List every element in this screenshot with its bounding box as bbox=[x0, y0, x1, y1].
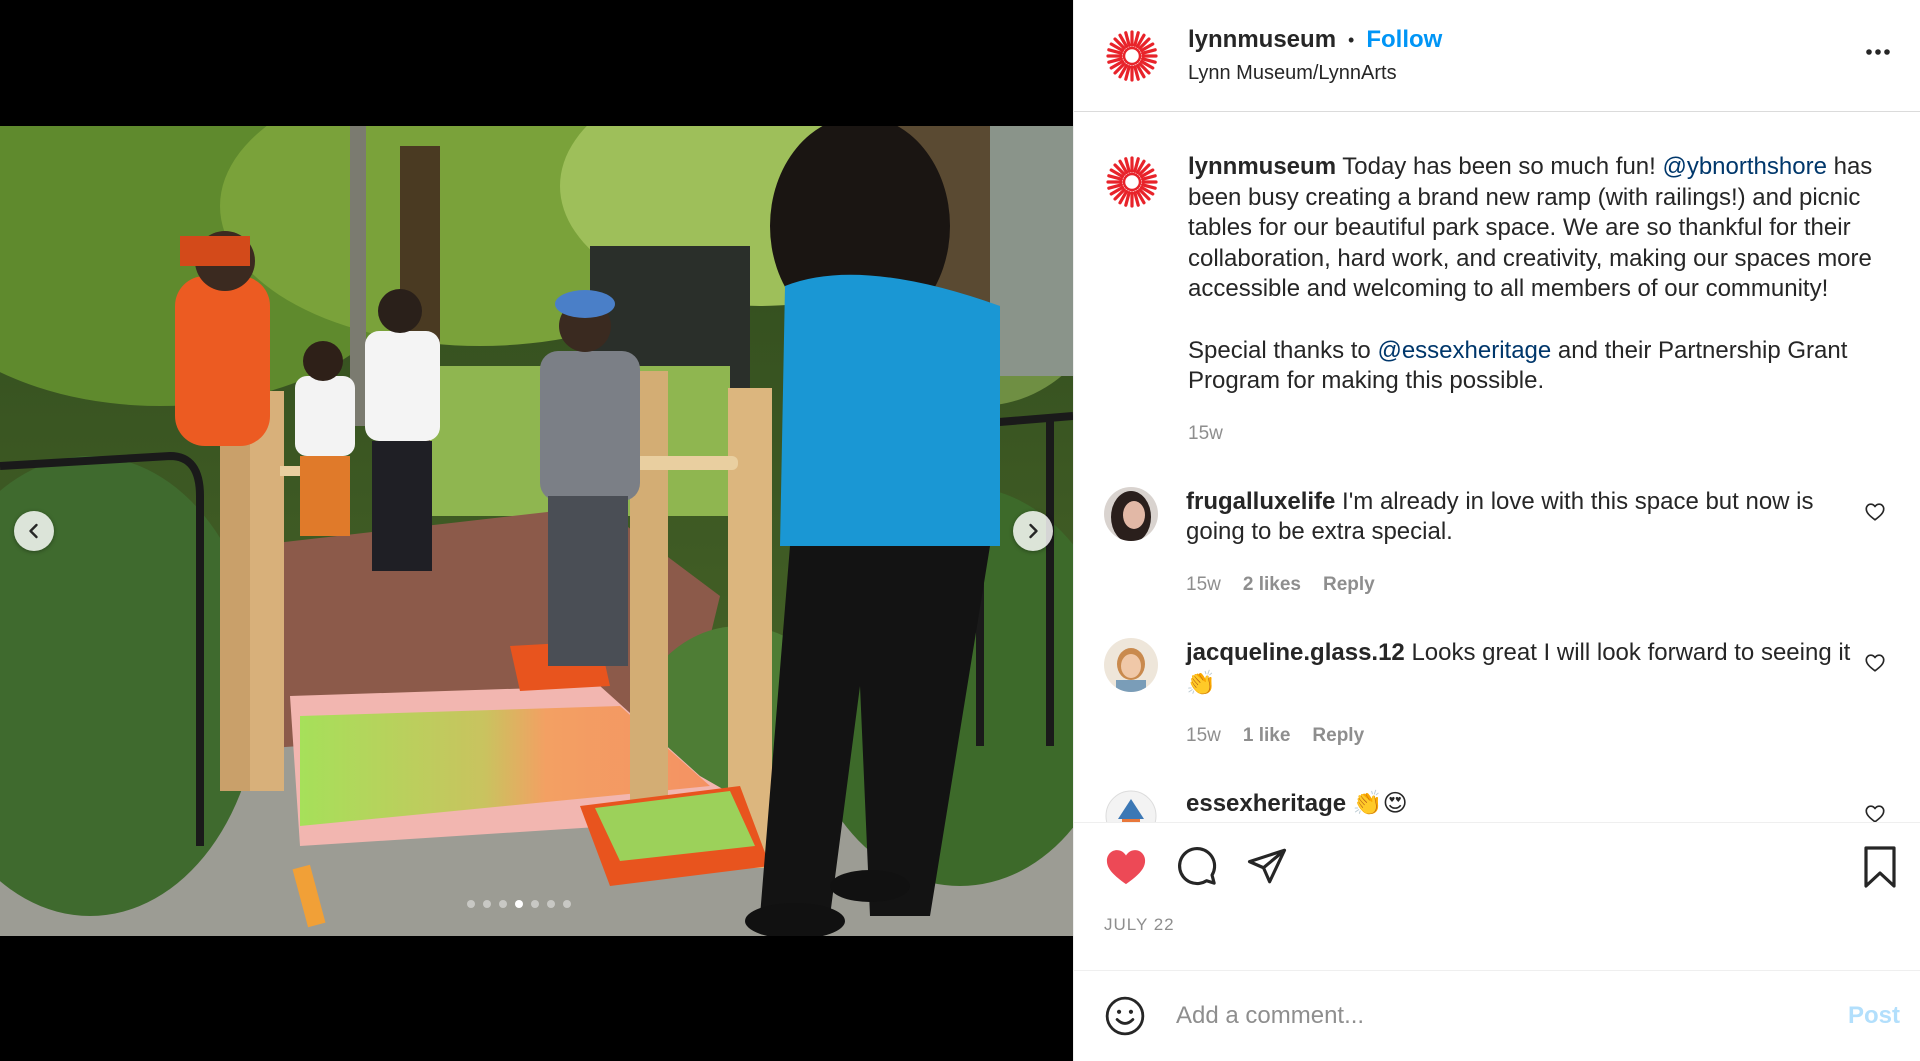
profile-photo-icon bbox=[1104, 637, 1158, 692]
carousel-indicator bbox=[467, 900, 571, 908]
comment-body: 👏😍 bbox=[1352, 790, 1408, 818]
caption-username[interactable]: lynnmuseum bbox=[1188, 153, 1336, 180]
comment-time[interactable]: 15w bbox=[1186, 725, 1221, 747]
carousel-dot bbox=[467, 900, 475, 908]
emoji-picker-button[interactable] bbox=[1104, 995, 1146, 1037]
caption-timestamp[interactable]: 15w bbox=[1188, 423, 1908, 445]
like-comment-button[interactable] bbox=[1864, 803, 1886, 822]
heart-filled-icon bbox=[1106, 850, 1146, 885]
caption-text-part: Today has been so much fun! bbox=[1342, 153, 1663, 180]
carousel-dot bbox=[547, 900, 555, 908]
separator-bullet: • bbox=[1348, 29, 1355, 50]
like-comment-button[interactable] bbox=[1864, 652, 1886, 679]
more-options-button[interactable] bbox=[1864, 38, 1892, 71]
carousel-dot bbox=[515, 900, 523, 908]
mention-ybnorthshore[interactable]: @ybnorthshore bbox=[1662, 153, 1826, 180]
comments-list[interactable]: lynnmuseum Today has been so much fun! @… bbox=[1074, 112, 1920, 822]
comment-item: jacqueline.glass.12 Looks great I will l… bbox=[1104, 637, 1890, 747]
heart-outline-icon bbox=[1865, 503, 1885, 521]
like-comment-button[interactable] bbox=[1864, 501, 1886, 528]
caption-text: lynnmuseum Today has been so much fun! @… bbox=[1188, 152, 1908, 397]
comment-text: essexheritage 👏😍 bbox=[1186, 789, 1866, 820]
location-link[interactable]: Lynn Museum/LynnArts bbox=[1188, 62, 1442, 85]
post-actions: JULY 22 bbox=[1074, 822, 1920, 970]
bookmark-icon bbox=[1864, 846, 1896, 888]
post-comment-button[interactable]: Post bbox=[1848, 1002, 1900, 1030]
mention-essexheritage[interactable]: @essexheritage bbox=[1377, 337, 1551, 364]
send-paper-plane-icon bbox=[1247, 848, 1287, 884]
comment-text: jacqueline.glass.12 Looks great I will l… bbox=[1186, 638, 1866, 699]
comment-username[interactable]: frugalluxelife bbox=[1186, 488, 1335, 515]
more-horizontal-icon bbox=[1866, 49, 1890, 55]
comment-item: essexheritage 👏😍 bbox=[1104, 789, 1890, 822]
add-comment-bar: Post bbox=[1074, 970, 1920, 1061]
comment-likes[interactable]: 2 likes bbox=[1243, 574, 1301, 596]
profile-avatar[interactable] bbox=[1104, 28, 1160, 84]
heart-outline-icon bbox=[1865, 805, 1885, 822]
comment-meta: 15w 1 like Reply bbox=[1186, 725, 1866, 747]
share-button[interactable] bbox=[1246, 845, 1288, 887]
post-header: lynnmuseum • Follow Lynn Museum/LynnArts bbox=[1074, 0, 1920, 112]
smiley-face-icon bbox=[1105, 996, 1145, 1036]
profile-photo-icon bbox=[1104, 486, 1158, 541]
commenter-avatar[interactable] bbox=[1104, 486, 1158, 541]
post-date[interactable]: JULY 22 bbox=[1104, 915, 1890, 935]
comment-username[interactable]: essexheritage bbox=[1186, 790, 1346, 817]
comment-username[interactable]: jacqueline.glass.12 bbox=[1186, 639, 1405, 666]
commenter-avatar[interactable] bbox=[1104, 637, 1158, 692]
comment-time[interactable]: 15w bbox=[1186, 574, 1221, 596]
post-sidebar: lynnmuseum • Follow Lynn Museum/LynnArts bbox=[1073, 0, 1920, 1061]
reply-button[interactable]: Reply bbox=[1323, 574, 1375, 596]
caption-text-part: Special thanks to bbox=[1188, 336, 1378, 364]
lynn-museum-sunburst-logo-icon bbox=[1105, 28, 1159, 83]
carousel-dot bbox=[563, 900, 571, 908]
header-username[interactable]: lynnmuseum bbox=[1188, 26, 1336, 54]
comment-item: frugalluxelife I'm already in love with … bbox=[1104, 486, 1890, 596]
post-photo bbox=[0, 126, 1073, 936]
comment-button[interactable] bbox=[1176, 845, 1218, 887]
chevron-left-icon bbox=[29, 523, 38, 539]
commenter-avatar[interactable] bbox=[1104, 789, 1158, 822]
reply-button[interactable]: Reply bbox=[1312, 725, 1364, 747]
previous-slide-button[interactable] bbox=[14, 511, 54, 551]
follow-button[interactable]: Follow bbox=[1366, 26, 1442, 54]
save-post-button[interactable] bbox=[1860, 845, 1900, 894]
essex-heritage-logo-icon bbox=[1104, 789, 1158, 822]
park-ramp-painting-photo bbox=[0, 126, 1073, 936]
heart-outline-icon bbox=[1865, 654, 1885, 672]
comment-text: frugalluxelife I'm already in love with … bbox=[1186, 487, 1866, 548]
carousel-dot bbox=[531, 900, 539, 908]
post-caption: lynnmuseum Today has been so much fun! @… bbox=[1104, 112, 1890, 445]
comment-input[interactable] bbox=[1174, 1001, 1848, 1031]
next-slide-button[interactable] bbox=[1013, 511, 1053, 551]
comment-bubble-icon bbox=[1178, 846, 1217, 886]
caption-avatar[interactable] bbox=[1104, 154, 1160, 210]
carousel-dot bbox=[483, 900, 491, 908]
chevron-right-icon bbox=[1029, 523, 1038, 539]
carousel-dot bbox=[499, 900, 507, 908]
lynn-museum-sunburst-logo-icon bbox=[1105, 155, 1159, 209]
comment-likes[interactable]: 1 like bbox=[1243, 725, 1291, 747]
like-button[interactable] bbox=[1104, 846, 1148, 886]
media-panel bbox=[0, 0, 1073, 1061]
post-modal: lynnmuseum • Follow Lynn Museum/LynnArts bbox=[0, 0, 1920, 1061]
comment-meta: 15w 2 likes Reply bbox=[1186, 574, 1866, 596]
